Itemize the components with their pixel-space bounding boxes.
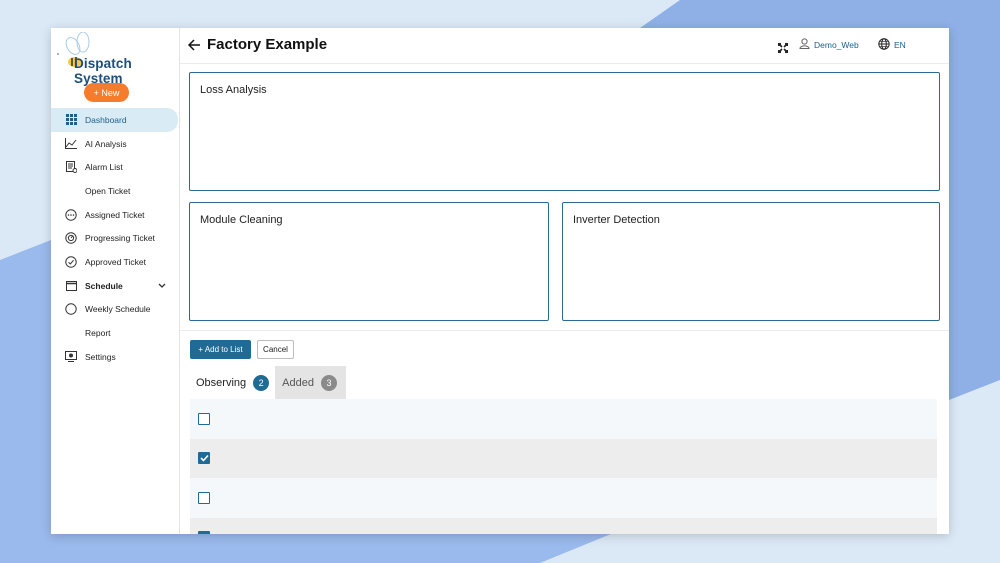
row-checkbox[interactable] <box>198 491 210 504</box>
list-row[interactable] <box>190 399 937 439</box>
panel-title: Inverter Detection <box>573 214 660 226</box>
sidebar-item-label: Dashboard <box>85 114 127 125</box>
row-checkbox[interactable] <box>198 412 210 425</box>
tab-bar: Observing 2 Added 3 <box>190 366 346 399</box>
tab-added[interactable]: Added 3 <box>275 366 346 399</box>
language-label: EN <box>894 40 906 50</box>
new-button[interactable]: + New <box>84 83 129 102</box>
header: Factory Example Demo_Web EN <box>180 28 949 64</box>
module-cleaning-panel: Module Cleaning <box>189 202 549 321</box>
sidebar-item-assigned-ticket[interactable]: Assigned Ticket <box>51 203 180 227</box>
sidebar-item-dashboard[interactable]: Dashboard <box>51 108 178 132</box>
sidebar-item-approved-ticket[interactable]: Approved Ticket <box>51 250 180 274</box>
panel-title: Loss Analysis <box>200 84 267 96</box>
sidebar-item-report[interactable]: Report <box>51 321 180 345</box>
progress-circle-icon <box>65 232 77 244</box>
page-title: Factory Example <box>207 36 328 53</box>
checkmark-icon <box>199 455 209 462</box>
tab-label: Added <box>282 376 314 389</box>
sidebar-item-progressing-ticket[interactable]: Progressing Ticket <box>51 226 180 250</box>
logo[interactable]: Dispatch System <box>55 32 177 86</box>
sidebar-item-label: Open Ticket <box>85 185 131 196</box>
row-checkbox[interactable] <box>198 531 210 534</box>
user-icon <box>799 38 810 51</box>
globe-icon <box>878 38 890 52</box>
check-circle-icon <box>65 256 77 268</box>
language-selector[interactable]: EN <box>878 38 906 52</box>
loss-analysis-panel: Loss Analysis <box>189 72 940 191</box>
tab-count-badge: 3 <box>320 374 337 391</box>
line-chart-icon <box>65 138 77 150</box>
sidebar-item-label: Report <box>85 328 111 339</box>
sidebar-item-label: Progressing Ticket <box>85 233 155 244</box>
sidebar-item-label: Weekly Schedule <box>85 304 151 315</box>
settings-monitor-icon <box>65 351 77 363</box>
list-row[interactable] <box>190 517 937 534</box>
row-checkbox[interactable] <box>198 452 210 465</box>
logo-text: Dispatch System <box>74 56 132 86</box>
app-window: Dispatch System + New Dashboard AI Analy <box>51 28 949 534</box>
sidebar-item-label: Assigned Ticket <box>85 209 145 220</box>
item-list <box>190 399 937 534</box>
circle-icon <box>65 303 77 316</box>
sidebar-item-weekly-schedule[interactable]: Weekly Schedule <box>51 298 180 322</box>
sidebar-item-label: Schedule <box>85 280 123 291</box>
tab-label: Observing <box>196 376 247 389</box>
tab-observing[interactable]: Observing 2 <box>190 366 275 399</box>
sidebar: Dispatch System + New Dashboard AI Analy <box>51 28 180 534</box>
sidebar-nav: Dashboard AI Analysis Alarm List Open Ti… <box>51 108 180 369</box>
list-doc-icon <box>65 161 77 174</box>
cancel-button[interactable]: Cancel <box>257 340 294 359</box>
back-arrow-icon[interactable] <box>187 38 201 56</box>
main-content: Factory Example Demo_Web EN Loss Analysi… <box>180 28 949 534</box>
sidebar-item-alarm-list[interactable]: Alarm List <box>51 155 180 179</box>
sidebar-item-label: Settings <box>85 351 116 362</box>
list-row[interactable] <box>190 478 937 518</box>
sidebar-item-ai-analysis[interactable]: AI Analysis <box>51 132 180 156</box>
sidebar-item-label: Approved Ticket <box>85 256 146 267</box>
ellipsis-circle-icon <box>65 208 77 221</box>
sidebar-item-label: Alarm List <box>85 162 123 173</box>
list-row[interactable] <box>190 438 937 478</box>
user-menu[interactable]: Demo_Web <box>799 38 859 51</box>
divider <box>180 330 949 331</box>
add-to-list-button[interactable]: + Add to List <box>190 340 251 359</box>
checkmark-icon <box>200 533 209 534</box>
sidebar-item-open-ticket[interactable]: Open Ticket <box>51 179 180 203</box>
sidebar-item-schedule[interactable]: Schedule <box>51 274 180 298</box>
sidebar-item-settings[interactable]: Settings <box>51 345 180 369</box>
chevron-down-icon[interactable] <box>158 281 166 291</box>
inverter-detection-panel: Inverter Detection <box>562 202 940 321</box>
calendar-icon <box>65 280 77 292</box>
panel-title: Module Cleaning <box>200 214 283 226</box>
grid-icon <box>65 114 77 126</box>
fullscreen-icon[interactable] <box>778 40 788 58</box>
sidebar-item-label: AI Analysis <box>85 138 127 149</box>
user-name: Demo_Web <box>814 39 859 50</box>
tab-count-badge: 2 <box>253 374 270 391</box>
